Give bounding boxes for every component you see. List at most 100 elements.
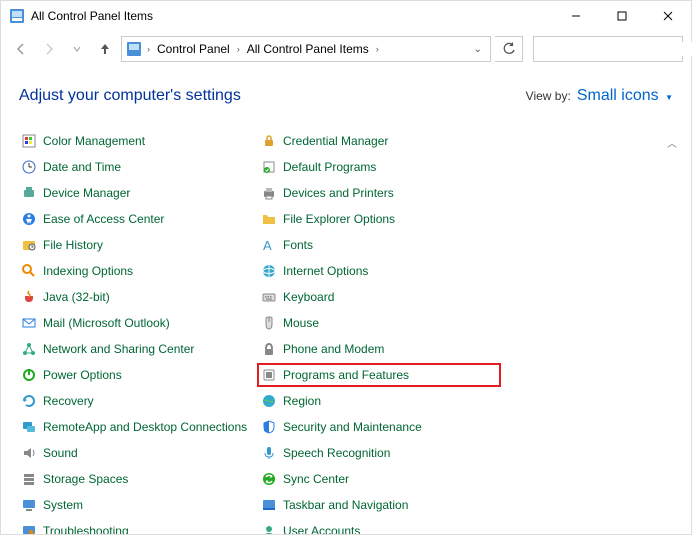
item-label: Indexing Options	[43, 264, 133, 278]
navigation-row: › Control Panel › All Control Panel Item…	[1, 31, 691, 67]
control-panel-item[interactable]: Network and Sharing Center	[19, 339, 259, 359]
address-bar[interactable]: › Control Panel › All Control Panel Item…	[121, 36, 491, 62]
programs-and-features-icon	[261, 367, 277, 383]
remoteapp-and-desktop-connections-icon	[21, 419, 37, 435]
item-label: Storage Spaces	[43, 472, 128, 486]
recent-locations-button[interactable]	[65, 37, 89, 61]
control-panel-item[interactable]: Troubleshooting	[19, 521, 259, 534]
view-by-dropdown[interactable]: Small icons ▼	[577, 87, 673, 105]
control-panel-item[interactable]: User Accounts	[259, 521, 499, 534]
item-label: Taskbar and Navigation	[283, 498, 408, 512]
control-panel-item[interactable]: Storage Spaces	[19, 469, 259, 489]
control-panel-icon	[9, 8, 25, 24]
control-panel-item[interactable]: Region	[259, 391, 499, 411]
control-panel-item[interactable]: Mouse	[259, 313, 499, 333]
control-panel-item[interactable]: Internet Options	[259, 261, 499, 281]
breadcrumb-control-panel[interactable]: Control Panel	[153, 42, 234, 56]
indexing-options-icon	[21, 263, 37, 279]
file-explorer-options-icon	[261, 211, 277, 227]
minimize-button[interactable]	[553, 1, 599, 31]
chevron-down-icon: ▼	[665, 93, 673, 102]
item-label: Sound	[43, 446, 78, 460]
control-panel-item[interactable]: AFonts	[259, 235, 499, 255]
control-panel-item[interactable]: File History	[19, 235, 259, 255]
page-title: Adjust your computer's settings	[19, 87, 526, 105]
control-panel-item[interactable]: Speech Recognition	[259, 443, 499, 463]
devices-and-printers-icon	[261, 185, 277, 201]
scroll-up-icon[interactable]: ︿	[665, 135, 679, 149]
control-panel-item[interactable]: Sync Center	[259, 469, 499, 489]
control-panel-item[interactable]: RemoteApp and Desktop Connections	[19, 417, 259, 437]
close-button[interactable]	[645, 1, 691, 31]
storage-spaces-icon	[21, 471, 37, 487]
item-label: Mouse	[283, 316, 319, 330]
search-input[interactable]	[540, 42, 692, 56]
item-label: Credential Manager	[283, 134, 388, 148]
item-label: Recovery	[43, 394, 94, 408]
ease-of-access-center-icon	[21, 211, 37, 227]
control-panel-item[interactable]: Devices and Printers	[259, 183, 499, 203]
control-panel-item[interactable]: Programs and Features	[259, 365, 499, 385]
control-panel-item[interactable]: Power Options	[19, 365, 259, 385]
item-label: Fonts	[283, 238, 313, 252]
control-panel-item[interactable]: Phone and Modem	[259, 339, 499, 359]
item-label: Keyboard	[283, 290, 334, 304]
item-label: Security and Maintenance	[283, 420, 422, 434]
control-panel-item[interactable]: Taskbar and Navigation	[259, 495, 499, 515]
file-history-icon	[21, 237, 37, 253]
control-panel-item[interactable]: Ease of Access Center	[19, 209, 259, 229]
device-manager-icon	[21, 185, 37, 201]
item-label: Phone and Modem	[283, 342, 384, 356]
speech-recognition-icon	[261, 445, 277, 461]
control-panel-item[interactable]: Security and Maintenance	[259, 417, 499, 437]
maximize-button[interactable]	[599, 1, 645, 31]
keyboard-icon	[261, 289, 277, 305]
control-panel-item[interactable]: Recovery	[19, 391, 259, 411]
control-panel-item[interactable]: Indexing Options	[19, 261, 259, 281]
java-32-bit--icon	[21, 289, 37, 305]
search-box[interactable]	[533, 36, 683, 62]
control-panel-item[interactable]: System	[19, 495, 259, 515]
item-label: Java (32-bit)	[43, 290, 110, 304]
control-panel-item[interactable]: Sound	[19, 443, 259, 463]
refresh-button[interactable]	[495, 36, 523, 62]
view-by-label: View by:	[526, 89, 571, 103]
default-programs-icon	[261, 159, 277, 175]
item-label: Sync Center	[283, 472, 349, 486]
item-label: File Explorer Options	[283, 212, 395, 226]
region-icon	[261, 393, 277, 409]
control-panel-item[interactable]: Credential Manager	[259, 131, 499, 151]
item-label: Ease of Access Center	[43, 212, 164, 226]
control-panel-item[interactable]: Device Manager	[19, 183, 259, 203]
item-label: Network and Sharing Center	[43, 342, 194, 356]
control-panel-item[interactable]: Default Programs	[259, 157, 499, 177]
breadcrumb-all-items[interactable]: All Control Panel Items	[243, 42, 373, 56]
back-button[interactable]	[9, 37, 33, 61]
item-label: Internet Options	[283, 264, 368, 278]
item-label: Region	[283, 394, 321, 408]
control-panel-item[interactable]: Java (32-bit)	[19, 287, 259, 307]
chevron-right-icon[interactable]: ›	[234, 44, 243, 54]
address-dropdown-icon[interactable]: ⌄	[470, 44, 486, 55]
security-and-maintenance-icon	[261, 419, 277, 435]
chevron-right-icon[interactable]: ›	[144, 44, 153, 54]
control-panel-item[interactable]: File Explorer Options	[259, 209, 499, 229]
forward-button[interactable]	[37, 37, 61, 61]
control-panel-item[interactable]: Color Management	[19, 131, 259, 151]
control-panel-item[interactable]: Date and Time	[19, 157, 259, 177]
item-label: User Accounts	[283, 524, 360, 534]
item-label: Troubleshooting	[43, 524, 129, 534]
chevron-right-icon[interactable]: ›	[373, 44, 382, 54]
up-button[interactable]	[93, 37, 117, 61]
mail-microsoft-outlook--icon	[21, 315, 37, 331]
system-icon	[21, 497, 37, 513]
user-accounts-icon	[261, 523, 277, 534]
control-panel-item[interactable]: Keyboard	[259, 287, 499, 307]
internet-options-icon	[261, 263, 277, 279]
item-label: Date and Time	[43, 160, 121, 174]
control-panel-item[interactable]: Mail (Microsoft Outlook)	[19, 313, 259, 333]
recovery-icon	[21, 393, 37, 409]
header-strip: Adjust your computer's settings View by:…	[1, 67, 691, 115]
item-label: Default Programs	[283, 160, 376, 174]
items-container: ︿ Color Management Date and Time Device Ma…	[19, 131, 683, 534]
